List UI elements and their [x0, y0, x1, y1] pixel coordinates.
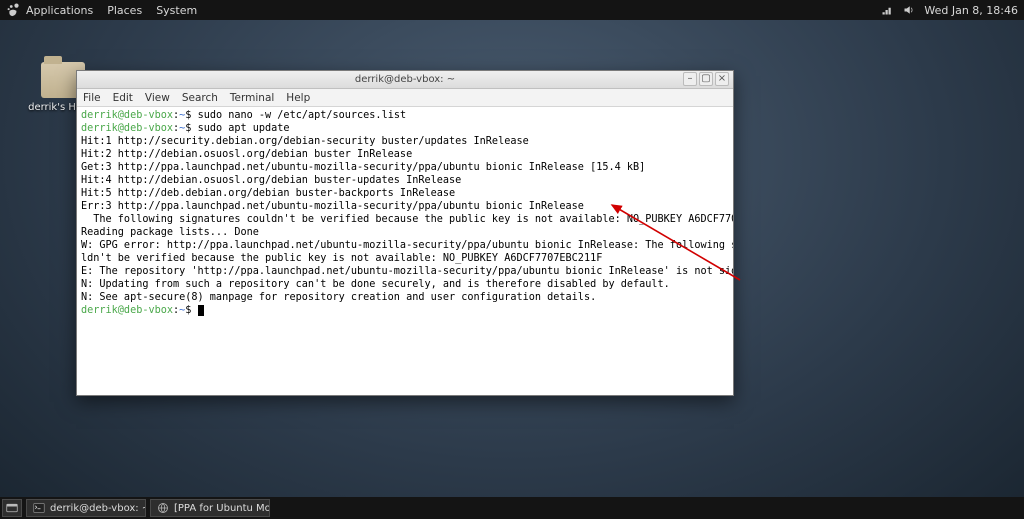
taskbar-item-browser[interactable]: [PPA for Ubuntu Mozill... — [150, 499, 270, 517]
gnome-logo-icon — [6, 3, 20, 17]
maximize-button[interactable]: ▢ — [699, 72, 713, 86]
bottom-panel: derrik@deb-vbox: ~ [PPA for Ubuntu Mozil… — [0, 497, 1024, 519]
menu-terminal[interactable]: Terminal — [230, 92, 274, 104]
menu-edit[interactable]: Edit — [113, 92, 133, 104]
menu-system[interactable]: System — [156, 4, 197, 17]
volume-icon[interactable] — [902, 3, 916, 17]
menu-applications[interactable]: Applications — [26, 4, 93, 17]
terminal-menubar: File Edit View Search Terminal Help — [77, 89, 733, 107]
window-title: derrik@deb-vbox: ~ — [355, 74, 455, 85]
taskbar-item-label: derrik@deb-vbox: ~ — [50, 503, 146, 514]
show-desktop-button[interactable] — [2, 499, 22, 517]
close-button[interactable]: × — [715, 72, 729, 86]
menu-places[interactable]: Places — [107, 4, 142, 17]
globe-icon — [157, 502, 169, 514]
terminal-icon — [33, 502, 45, 514]
taskbar-item-label: [PPA for Ubuntu Mozill... — [174, 503, 270, 514]
menu-file[interactable]: File — [83, 92, 101, 104]
minimize-button[interactable]: – — [683, 72, 697, 86]
clock[interactable]: Wed Jan 8, 18:46 — [924, 4, 1018, 17]
menu-view[interactable]: View — [145, 92, 170, 104]
menu-help[interactable]: Help — [286, 92, 310, 104]
top-panel: Applications Places System Wed Jan 8, 18… — [0, 0, 1024, 20]
window-titlebar[interactable]: derrik@deb-vbox: ~ – ▢ × — [77, 71, 733, 89]
network-icon[interactable] — [880, 3, 894, 17]
menu-search[interactable]: Search — [182, 92, 218, 104]
taskbar-item-terminal[interactable]: derrik@deb-vbox: ~ — [26, 499, 146, 517]
terminal-window: derrik@deb-vbox: ~ – ▢ × File Edit View … — [76, 70, 734, 396]
terminal-output[interactable]: derrik@deb-vbox:~$ sudo nano -w /etc/apt… — [77, 107, 733, 395]
